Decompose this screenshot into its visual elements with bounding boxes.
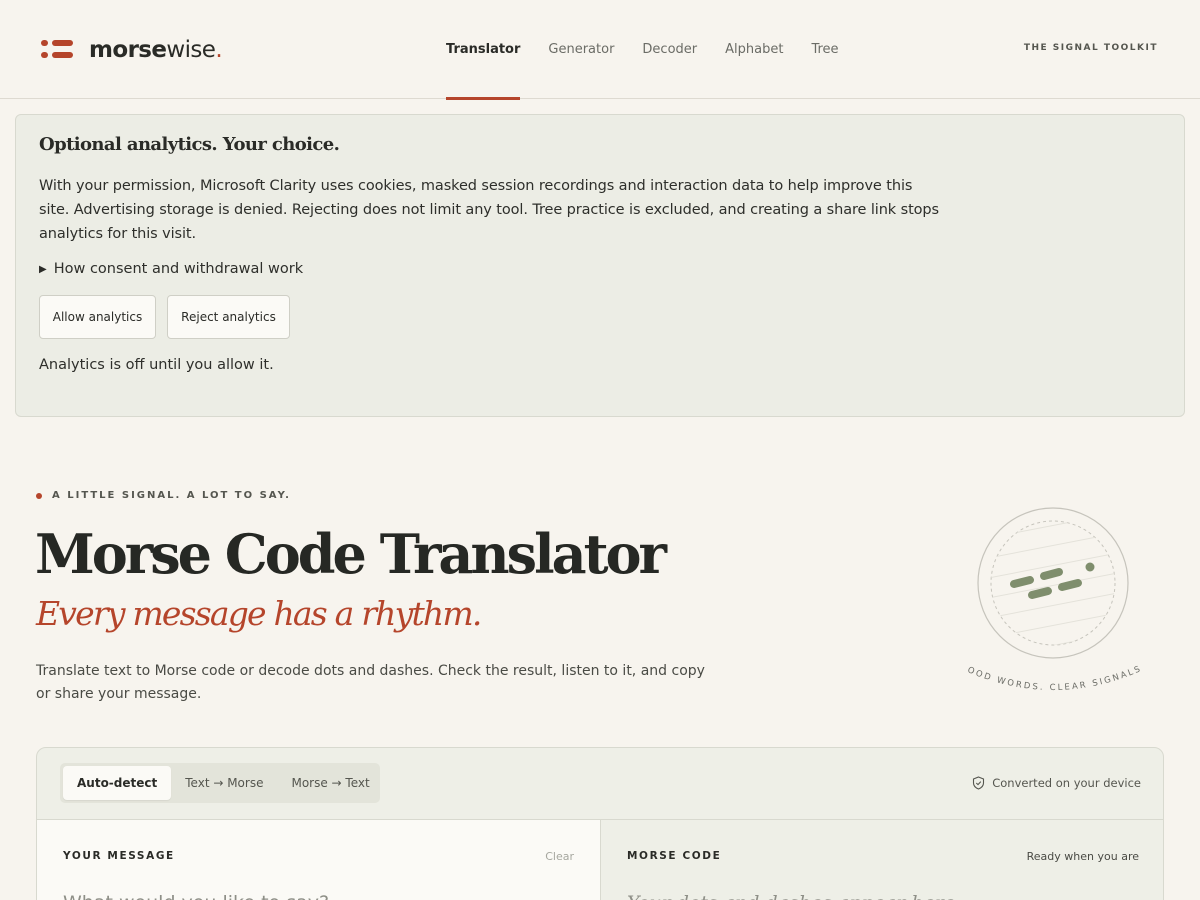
nav-tree[interactable]: Tree bbox=[811, 0, 838, 99]
translator-card: Auto-detect Text → Morse Morse → Text Co… bbox=[36, 747, 1164, 900]
nav-alphabet[interactable]: Alphabet bbox=[725, 0, 783, 99]
mode-auto-detect[interactable]: Auto-detect bbox=[63, 766, 172, 800]
hero-eyebrow: A LITTLE SIGNAL. A LOT TO SAY. bbox=[36, 490, 291, 501]
hero-tagline: Every message has a rhythm. bbox=[36, 594, 482, 633]
mode-switcher: Auto-detect Text → Morse Morse → Text bbox=[60, 763, 380, 803]
nav-translator[interactable]: Translator bbox=[446, 0, 521, 100]
eyebrow-dot-icon bbox=[36, 492, 42, 499]
reject-analytics-button[interactable]: Reject analytics bbox=[167, 295, 290, 339]
mode-text-to-morse[interactable]: Text → Morse bbox=[171, 766, 277, 800]
output-pane: MORSE CODE Ready when you are Your dots … bbox=[601, 819, 1163, 900]
main-nav: Translator Generator Decoder Alphabet Tr… bbox=[446, 0, 867, 100]
brand-logo[interactable]: morsewise. bbox=[41, 37, 223, 63]
svg-text:GOOD WORDS. CLEAR SIGNALS.: GOOD WORDS. CLEAR SIGNALS. bbox=[958, 500, 1144, 693]
eyebrow-text: A LITTLE SIGNAL. A LOT TO SAY. bbox=[52, 490, 291, 501]
consent-body: With your permission, Microsoft Clarity … bbox=[39, 178, 939, 242]
page-title: Morse Code Translator bbox=[35, 522, 667, 586]
disclosure-triangle-icon: ▶ bbox=[39, 263, 47, 275]
shield-check-icon bbox=[973, 776, 985, 790]
brand-name: morsewise. bbox=[89, 37, 223, 63]
consent-details-toggle[interactable]: ▶ How consent and withdrawal work bbox=[39, 261, 303, 277]
morse-output: Your dots and dashes appear here bbox=[627, 892, 955, 900]
mode-morse-to-text[interactable]: Morse → Text bbox=[277, 766, 383, 800]
signal-stamp: GOOD WORDS. CLEAR SIGNALS. bbox=[954, 493, 1158, 710]
hero-description: Translate text to Morse code or decode d… bbox=[36, 663, 705, 702]
device-note-text: Converted on your device bbox=[992, 776, 1141, 790]
message-input[interactable]: What would you like to say? bbox=[63, 892, 329, 900]
consent-title: Optional analytics. Your choice. bbox=[39, 134, 340, 155]
nav-decoder[interactable]: Decoder bbox=[642, 0, 697, 99]
output-status: Ready when you are bbox=[1026, 850, 1139, 863]
consent-details-label: How consent and withdrawal work bbox=[53, 261, 304, 277]
stamp-text: GOOD WORDS. CLEAR SIGNALS. bbox=[954, 493, 1142, 693]
nav-generator[interactable]: Generator bbox=[548, 0, 614, 99]
device-note: Converted on your device bbox=[972, 776, 1141, 790]
consent-banner: Optional analytics. Your choice. With yo… bbox=[15, 114, 1185, 417]
clear-button[interactable]: Clear bbox=[545, 850, 574, 863]
site-tagline: THE SIGNAL TOOLKIT bbox=[1023, 43, 1158, 53]
site-header: morsewise. Translator Generator Decoder … bbox=[0, 0, 1200, 100]
stamp-emblem-icon: GOOD WORDS. CLEAR SIGNALS. bbox=[954, 493, 1144, 693]
input-pane: YOUR MESSAGE Clear What would you like t… bbox=[37, 819, 601, 900]
input-label: YOUR MESSAGE bbox=[63, 850, 175, 862]
logo-mark-icon bbox=[41, 39, 73, 61]
consent-status: Analytics is off until you allow it. bbox=[39, 357, 274, 373]
output-label: MORSE CODE bbox=[627, 850, 722, 862]
allow-analytics-button[interactable]: Allow analytics bbox=[39, 295, 156, 339]
